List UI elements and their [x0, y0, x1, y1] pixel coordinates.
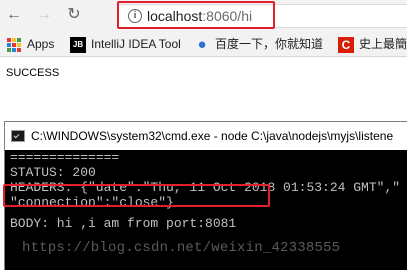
bookmark-label: 史上最簡: [359, 37, 407, 51]
arrow-left-icon: ←: [6, 6, 22, 23]
arrow-right-icon: →: [36, 6, 52, 23]
console-line: STATUS: 200: [10, 165, 96, 180]
bookmark-label: IntelliJ IDEA Tool: [91, 37, 181, 51]
csdn-icon: C: [338, 36, 354, 53]
bookmarks-bar: Apps JB IntelliJ IDEA Tool ● 百度一下，你就知道 C 史上…: [0, 32, 407, 57]
browser-toolbar: ← → ↻ i localhost:8060/hi: [0, 0, 407, 32]
body-highlight-box: [3, 184, 270, 207]
bookmark-intellij[interactable]: JB IntelliJ IDEA Tool: [70, 35, 181, 53]
apps-grid-icon: [7, 37, 21, 52]
reload-icon: ↻: [67, 6, 81, 23]
console-line-body: BODY: hi ,i am from port:8081: [10, 216, 237, 231]
back-button[interactable]: ←: [4, 5, 24, 25]
cmd-icon: [11, 130, 25, 142]
jetbrains-icon: JB: [70, 36, 86, 53]
watermark: https://blog.csdn.net/weixin_42338555: [22, 240, 341, 256]
bookmark-apps[interactable]: Apps: [7, 35, 54, 53]
cmd-title: C:\WINDOWS\system32\cmd.exe - node C:\ja…: [31, 129, 394, 143]
bookmark-csdn[interactable]: C 史上最簡: [338, 35, 407, 53]
cmd-title-bar[interactable]: C:\WINDOWS\system32\cmd.exe - node C:\ja…: [5, 122, 407, 150]
forward-button[interactable]: →: [34, 5, 54, 25]
address-highlight-box: [117, 1, 275, 29]
baidu-paw-icon: ●: [197, 35, 207, 53]
page-response-text: SUCCESS: [6, 67, 60, 79]
bookmark-label: 百度一下，你就知道: [215, 37, 324, 51]
reload-button[interactable]: ↻: [64, 5, 84, 25]
bookmark-label: Apps: [27, 37, 55, 51]
bookmark-baidu[interactable]: ● 百度一下，你就知道: [194, 35, 323, 53]
console-line: ==============: [10, 150, 120, 165]
